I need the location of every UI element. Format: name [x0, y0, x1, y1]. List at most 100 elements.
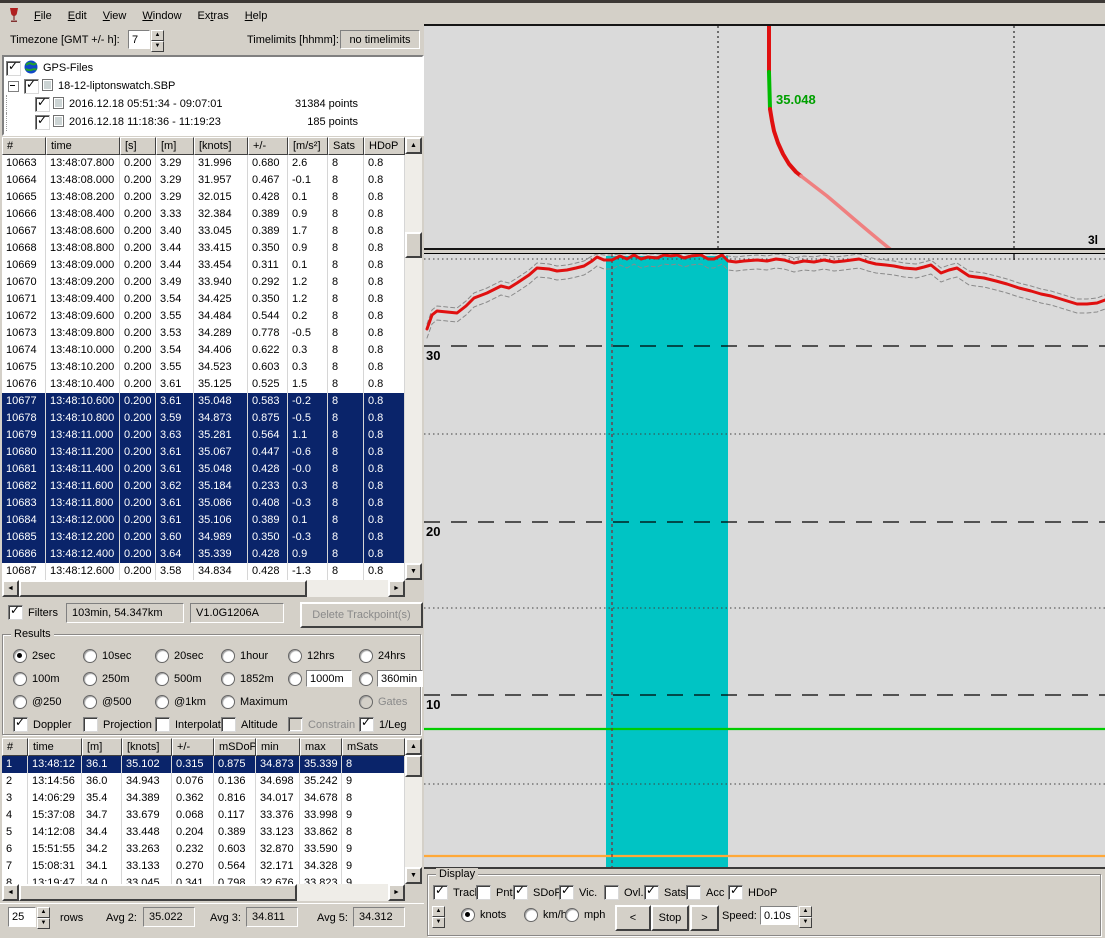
radio-icon[interactable]: [83, 695, 97, 709]
table-row-partial[interactable]: 813:19:4734.033.0450.3410.79832.67633.82…: [2, 875, 405, 884]
speed-value-input[interactable]: 0.10s: [760, 906, 798, 925]
results-option-500m[interactable]: 500m: [155, 672, 202, 686]
column-header[interactable]: [m/s²]: [288, 137, 328, 155]
column-header[interactable]: max: [300, 738, 342, 756]
zoom-spinner[interactable]: ▲ ▼: [432, 906, 445, 928]
tree-session[interactable]: 2016.12.18 05:51:34 - 09:07:0131384 poin…: [6, 95, 422, 113]
column-header[interactable]: [knots]: [194, 137, 248, 155]
column-header[interactable]: Sats: [328, 137, 364, 155]
hscroll-thumb[interactable]: [19, 580, 307, 597]
display-toggle-acc[interactable]: Acc: [686, 885, 724, 900]
custom-value-input[interactable]: 1000m: [306, 670, 352, 687]
table-row[interactable]: 1068613:48:12.4000.2003.6435.3390.4280.9…: [2, 546, 405, 563]
table-row[interactable]: 1066613:48:08.4000.2003.3332.3840.3890.9…: [2, 206, 405, 223]
table-row[interactable]: 415:37:0834.733.6790.0680.11733.37633.99…: [2, 807, 405, 824]
spin-down-icon[interactable]: ▼: [799, 917, 812, 928]
filters-checkbox[interactable]: [8, 605, 23, 620]
results-option-custom[interactable]: 1000m: [288, 670, 352, 687]
spin-up-icon[interactable]: ▲: [37, 907, 50, 918]
table-row[interactable]: 1068713:48:12.6000.2003.5834.8340.428-1.…: [2, 563, 405, 580]
results-option-custom[interactable]: 360min: [359, 670, 423, 687]
table-row[interactable]: 1067313:48:09.8000.2003.5334.2890.778-0.…: [2, 325, 405, 342]
results-table-vscrollbar[interactable]: ▲ ▼: [405, 738, 422, 884]
tree-session[interactable]: 2016.12.18 11:18:36 - 11:19:23185 points: [6, 113, 422, 131]
table-row[interactable]: 314:06:2935.434.3890.3620.81634.01734.67…: [2, 790, 405, 807]
results-option-250[interactable]: @250: [13, 695, 62, 709]
table-row[interactable]: 1067113:48:09.4000.2003.5434.4250.3501.2…: [2, 291, 405, 308]
results-option-1leg[interactable]: 1/Leg: [359, 717, 407, 732]
check-icon[interactable]: [433, 885, 448, 900]
table-row[interactable]: 113:48:1236.135.1020.3150.87534.87335.33…: [2, 756, 405, 773]
column-header[interactable]: +/-: [248, 137, 288, 155]
unit-kmh[interactable]: km/h: [524, 908, 567, 922]
results-option-gates[interactable]: Gates: [359, 695, 407, 709]
check-icon[interactable]: [155, 717, 170, 732]
results-option-2sec[interactable]: 2sec: [13, 649, 55, 663]
table-row[interactable]: 1067613:48:10.4000.2003.6135.1250.5251.5…: [2, 376, 405, 393]
collapse-minus-icon[interactable]: [8, 81, 19, 92]
tree-root[interactable]: GPS-Files: [6, 59, 422, 77]
table-row[interactable]: 715:08:3134.133.1330.2700.56432.17134.32…: [2, 858, 405, 875]
display-toggle-vic[interactable]: Vic.: [559, 885, 597, 900]
results-option-doppler[interactable]: Doppler: [13, 717, 72, 732]
results-option-altitude[interactable]: Altitude: [221, 717, 278, 732]
results-option-constrain[interactable]: Constrain: [288, 717, 355, 732]
table-row[interactable]: 1067213:48:09.6000.2003.5534.4840.5440.2…: [2, 308, 405, 325]
radio-icon[interactable]: [13, 695, 27, 709]
table-row[interactable]: 1066413:48:08.0000.2003.2931.9570.467-0.…: [2, 172, 405, 189]
unit-mph[interactable]: mph: [565, 908, 605, 922]
stop-button[interactable]: Stop: [651, 905, 689, 931]
radio-icon[interactable]: [221, 649, 235, 663]
table-row[interactable]: 615:51:5534.233.2630.2320.60332.87033.59…: [2, 841, 405, 858]
column-header[interactable]: min: [256, 738, 300, 756]
spin-down-icon[interactable]: ▼: [432, 917, 445, 928]
session-checkbox[interactable]: [35, 115, 50, 130]
radio-icon[interactable]: [461, 908, 475, 922]
tree-file[interactable]: 18-12-liptonswatch.SBP: [6, 77, 422, 95]
scroll-down-icon[interactable]: ▼: [405, 867, 422, 884]
column-header[interactable]: HDoP: [364, 137, 405, 155]
radio-icon[interactable]: [359, 695, 373, 709]
radio-icon[interactable]: [83, 649, 97, 663]
trackpoint-table-hscrollbar[interactable]: ◄ ►: [2, 580, 405, 597]
radio-icon[interactable]: [221, 695, 235, 709]
scroll-left-icon[interactable]: ◄: [2, 884, 19, 901]
menu-file[interactable]: File: [26, 7, 60, 25]
table-row[interactable]: 1067413:48:10.0000.2003.5434.4060.6220.3…: [2, 342, 405, 359]
table-row[interactable]: 1067713:48:10.6000.2003.6135.0480.583-0.…: [2, 393, 405, 410]
spin-down-icon[interactable]: ▼: [37, 918, 50, 929]
hscroll-thumb[interactable]: [19, 884, 297, 901]
radio-icon[interactable]: [288, 649, 302, 663]
column-header[interactable]: mSDoP: [214, 738, 256, 756]
delete-trackpoints-button[interactable]: Delete Trackpoint(s): [300, 602, 423, 628]
column-header[interactable]: [s]: [120, 137, 156, 155]
table-row[interactable]: 1067813:48:10.8000.2003.5934.8730.875-0.…: [2, 410, 405, 427]
radio-icon[interactable]: [155, 695, 169, 709]
spin-up-icon[interactable]: ▲: [432, 906, 445, 917]
display-toggle-hdop[interactable]: HDoP: [728, 885, 777, 900]
results-option-1hour[interactable]: 1hour: [221, 649, 268, 663]
speed-spinner[interactable]: ▲ ▼: [799, 906, 812, 928]
menu-window[interactable]: Window: [134, 7, 189, 25]
check-icon[interactable]: [13, 717, 28, 732]
vscroll-thumb[interactable]: [405, 232, 422, 258]
results-option-500[interactable]: @500: [83, 695, 132, 709]
check-icon[interactable]: [559, 885, 574, 900]
radio-icon[interactable]: [13, 672, 27, 686]
session-checkbox[interactable]: [35, 97, 50, 112]
radio-icon[interactable]: [83, 672, 97, 686]
radio-icon[interactable]: [524, 908, 538, 922]
check-icon[interactable]: [83, 717, 98, 732]
spin-up-icon[interactable]: ▲: [799, 906, 812, 917]
unit-knots[interactable]: knots: [461, 908, 506, 922]
table-row[interactable]: 1067013:48:09.2000.2003.4933.9400.2921.2…: [2, 274, 405, 291]
column-header[interactable]: time: [46, 137, 120, 155]
rows-count-input[interactable]: 25: [8, 907, 36, 927]
menu-help[interactable]: Help: [237, 7, 276, 25]
radio-icon[interactable]: [221, 672, 235, 686]
radio-icon[interactable]: [565, 908, 579, 922]
display-toggle-pnts[interactable]: Pnts: [476, 885, 518, 900]
speed-time-chart[interactable]: 302010: [424, 253, 1105, 869]
table-row[interactable]: 1068213:48:11.6000.2003.6235.1840.2330.3…: [2, 478, 405, 495]
table-row[interactable]: 514:12:0834.433.4480.2040.38933.12333.86…: [2, 824, 405, 841]
